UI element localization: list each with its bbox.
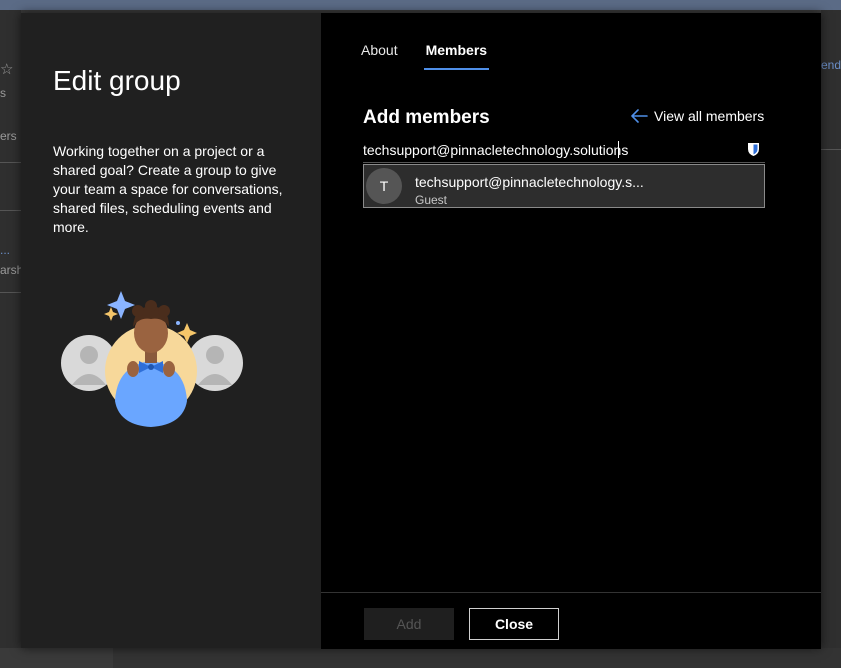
background-right-panel: end — [821, 10, 841, 668]
background-divider — [0, 210, 21, 211]
background-text: s — [0, 86, 6, 100]
suggestion-role: Guest — [415, 193, 448, 207]
background-header — [0, 0, 841, 10]
dialog-members-pane: About Members Add members View all membe… — [321, 13, 821, 649]
shield-icon[interactable] — [747, 142, 760, 157]
background-text: ers — [0, 129, 17, 143]
background-text: arsh — [0, 263, 24, 277]
background-divider — [0, 292, 21, 293]
star-icon: ☆ — [0, 61, 14, 78]
dialog-footer: Add Close — [321, 592, 821, 649]
arrow-left-icon — [631, 109, 648, 123]
member-suggestion-item[interactable]: T techsupport@pinnacletechnology.s... Gu… — [363, 164, 765, 208]
member-search-field — [363, 139, 765, 163]
close-button[interactable]: Close — [469, 608, 559, 640]
add-members-heading: Add members — [363, 107, 490, 128]
background-divider — [0, 162, 21, 163]
dialog-tabs: About Members — [360, 42, 490, 70]
dialog-title: Edit group — [53, 65, 181, 96]
dialog-info-pane: Edit group Working together on a project… — [21, 13, 321, 648]
group-illustration — [61, 291, 243, 427]
tab-about[interactable]: About — [360, 42, 399, 70]
suggestion-email: techsupport@pinnacletechnology.s... — [415, 174, 644, 190]
text-caret — [618, 141, 619, 158]
background-footer-strip — [113, 648, 841, 668]
background-divider — [821, 149, 841, 150]
tab-members[interactable]: Members — [423, 42, 490, 70]
add-button[interactable]: Add — [364, 608, 454, 640]
background-left-panel: ☆ s ers ... arsh — [0, 10, 24, 668]
view-all-members-label: View all members — [654, 108, 765, 124]
background-footer — [0, 648, 841, 668]
background-link: end — [821, 58, 841, 72]
avatar: T — [366, 168, 402, 204]
member-search-input[interactable] — [363, 139, 733, 161]
background-link: ... — [0, 243, 11, 257]
dialog-description: Working together on a project or a share… — [53, 143, 283, 235]
view-all-members-link[interactable]: View all members — [630, 108, 764, 124]
edit-group-dialog: Edit group Working together on a project… — [21, 13, 821, 649]
